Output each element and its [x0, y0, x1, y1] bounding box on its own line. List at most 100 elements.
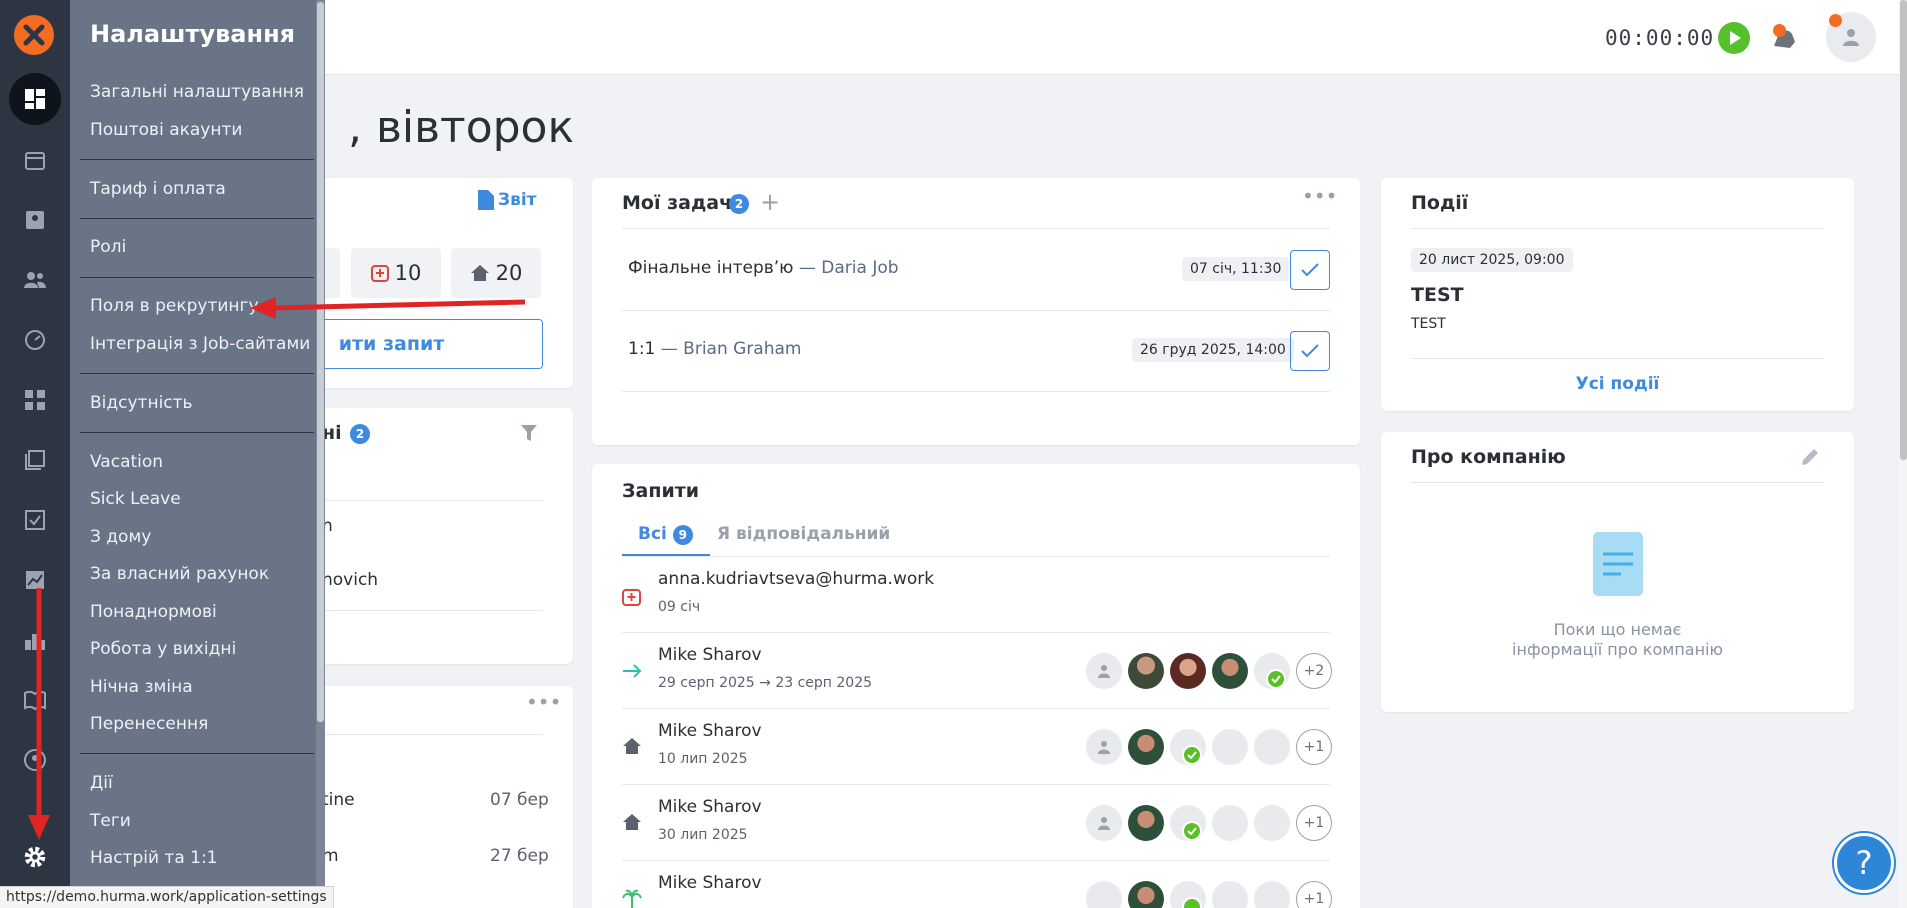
approver-avatar	[1086, 805, 1122, 841]
home-icon	[623, 738, 641, 754]
menu-item-night-shift[interactable]: Нічна зміна	[90, 677, 193, 697]
tab-all-count: 9	[672, 525, 693, 545]
user-status-dot	[1829, 14, 1842, 27]
approver-avatar	[1212, 881, 1248, 908]
home-icon	[470, 265, 489, 281]
sick-stat-chip[interactable]: 10	[351, 248, 441, 298]
menu-item-actions[interactable]: Дії	[90, 773, 113, 793]
request-row[interactable]: Mike Sharov 10 лип 2025 +1	[622, 709, 1332, 785]
task-item[interactable]: Фінальне інтерв’ю — Daria Job	[628, 258, 899, 278]
list-item[interactable]: novich	[322, 570, 378, 590]
approver-avatar	[1086, 729, 1122, 765]
menu-item-weekend-work[interactable]: Робота у вихідні	[90, 639, 236, 659]
menu-item-work-from-home[interactable]: З дому	[90, 527, 151, 547]
settings-menu-scrollbar-thumb[interactable]	[317, 2, 324, 722]
menu-item-general-settings[interactable]: Загальні налаштування	[90, 82, 304, 102]
about-company-card: Про компанію Поки що немає інформації пр…	[1381, 432, 1854, 712]
request-name: Mike Sharov	[658, 645, 762, 665]
calendar-icon[interactable]	[15, 140, 55, 180]
knowledge-book-icon[interactable]	[15, 680, 55, 720]
menu-item-tariff-payment[interactable]: Тариф і оплата	[90, 179, 226, 199]
request-row[interactable]: Mike Sharov 29 серп 2025 → 23 серп 2025 …	[622, 633, 1332, 709]
request-date: 29 серп 2025 → 23 серп 2025	[658, 675, 873, 691]
transfer-arrow-icon	[623, 664, 642, 678]
approver-avatar	[1128, 881, 1164, 908]
candidates-icon[interactable]	[15, 200, 55, 240]
report-link[interactable]: Звіт	[478, 190, 537, 210]
menu-item-sick-leave[interactable]: Sick Leave	[90, 489, 181, 509]
approver-avatar	[1212, 805, 1248, 841]
approved-check-icon	[1182, 821, 1202, 841]
tasks-check-icon[interactable]	[15, 500, 55, 540]
more-approvers-badge: +1	[1296, 881, 1332, 908]
notification-dot	[1773, 24, 1786, 37]
approver-avatar	[1128, 729, 1164, 765]
filter-icon[interactable]	[520, 424, 538, 442]
menu-item-roles[interactable]: Ролі	[90, 237, 126, 257]
menu-item-unpaid-leave[interactable]: За власний рахунок	[90, 564, 269, 584]
list-item-date: 27 бер	[490, 846, 549, 866]
library-icon[interactable]	[15, 440, 55, 480]
list-item[interactable]: tine	[322, 790, 355, 810]
profile-circle-icon[interactable]	[15, 740, 55, 780]
complete-task-button[interactable]	[1290, 331, 1330, 371]
menu-item-job-sites-integration[interactable]: Інтеграція з Job-сайтами	[90, 334, 310, 354]
more-options-icon[interactable]: •••	[526, 690, 561, 714]
approver-avatar	[1212, 729, 1248, 765]
all-events-link[interactable]: Усі події	[1381, 374, 1854, 394]
tab-responsible[interactable]: Я відповідальний	[717, 524, 890, 544]
menu-item-overtime[interactable]: Понаднормові	[90, 602, 217, 622]
menu-item-tags[interactable]: Теги	[90, 811, 131, 831]
menu-item-mood-1on1[interactable]: Настрій та 1:1	[90, 848, 218, 868]
edit-pencil-icon[interactable]	[1799, 446, 1821, 468]
hurma-logo-icon[interactable]	[14, 15, 54, 55]
more-approvers-badge: +2	[1296, 653, 1332, 689]
event-date-chip: 20 лист 2025, 09:00	[1411, 248, 1573, 272]
company-empty-text: Поки що немає інформації про компанію	[1512, 620, 1723, 659]
speedometer-icon[interactable]	[15, 320, 55, 360]
workflow-icon[interactable]	[15, 380, 55, 420]
page-scrollbar-thumb[interactable]	[1900, 0, 1907, 460]
tab-all[interactable]: Всі 9	[638, 524, 693, 545]
menu-item-recruiting-fields[interactable]: Поля в рекрутингу	[90, 296, 259, 316]
request-row[interactable]: anna.kudriavtseva@hurma.work 09 січ	[622, 557, 1330, 633]
checkmark-icon	[1301, 263, 1319, 277]
menu-item-vacation[interactable]: Vacation	[90, 452, 163, 472]
menu-item-absence[interactable]: Відсутність	[90, 393, 193, 413]
approver-avatar	[1254, 881, 1290, 908]
sick-icon	[370, 265, 389, 282]
event-title[interactable]: TEST	[1411, 284, 1464, 306]
approved-check-icon	[1182, 745, 1202, 765]
request-date: 30 лип 2025	[658, 827, 748, 843]
complete-task-button[interactable]	[1290, 250, 1330, 290]
absent-count-badge: 2	[350, 424, 370, 444]
request-date: 09 січ	[658, 599, 701, 615]
home-icon	[623, 814, 641, 830]
help-button[interactable]: ?	[1834, 833, 1894, 893]
palm-icon	[622, 889, 642, 908]
menu-item-mail-accounts[interactable]: Поштові акаунти	[90, 120, 242, 140]
page-title: , вівторок	[348, 102, 575, 153]
more-options-icon[interactable]: •••	[1302, 184, 1337, 208]
structure-icon[interactable]	[15, 620, 55, 660]
list-item-date: 07 бер	[490, 790, 549, 810]
request-row[interactable]: Mike Sharov 30 лип 2025 +1	[622, 785, 1332, 861]
company-title: Про компанію	[1411, 446, 1566, 468]
requests-title: Запити	[622, 480, 700, 502]
dashboard-icon[interactable]	[9, 73, 61, 125]
add-task-plus-icon[interactable]: +	[760, 188, 780, 216]
analytics-icon[interactable]	[15, 560, 55, 600]
request-name: Mike Sharov	[658, 797, 762, 817]
requests-card: Запити Всі 9 Я відповідальний anna.kudri…	[592, 464, 1360, 908]
document-icon	[478, 190, 494, 210]
request-row[interactable]: Mike Sharov +1	[622, 861, 1332, 908]
task-due-date: 26 груд 2025, 14:00	[1132, 338, 1294, 362]
home-stat-chip[interactable]: 20	[451, 248, 541, 298]
request-name: anna.kudriavtseva@hurma.work	[658, 569, 935, 589]
settings-gear-icon[interactable]	[15, 837, 55, 877]
people-icon[interactable]	[15, 260, 55, 300]
task-item[interactable]: 1:1 — Brian Graham	[628, 339, 801, 359]
play-timer-button[interactable]	[1718, 22, 1750, 54]
event-description: TEST	[1411, 316, 1446, 332]
menu-item-transfers[interactable]: Перенесення	[90, 714, 208, 734]
